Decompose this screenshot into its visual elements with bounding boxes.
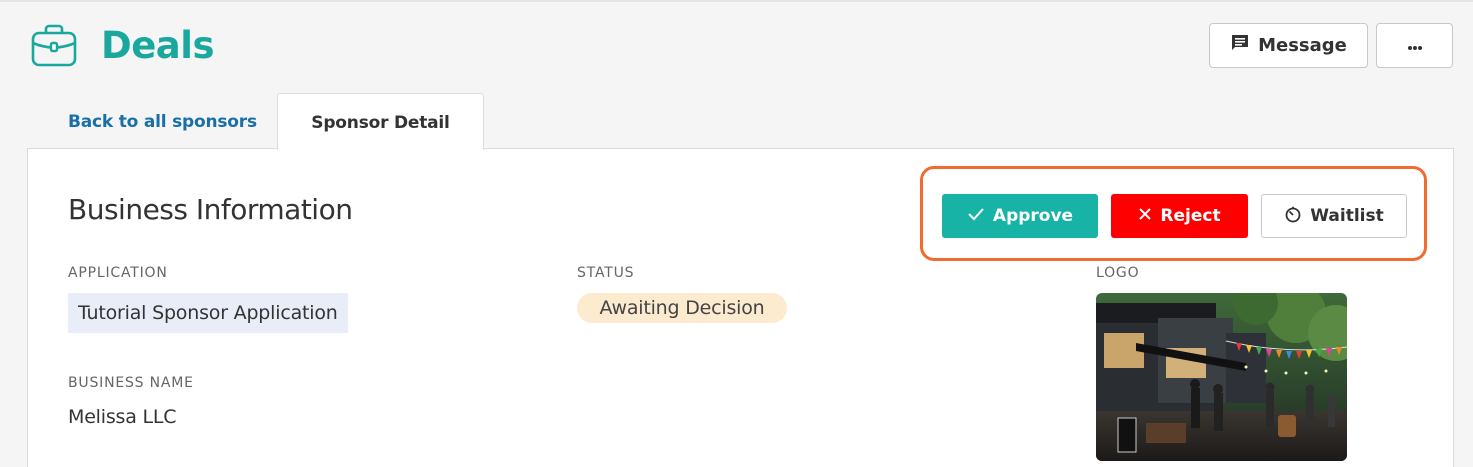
- reject-button[interactable]: Reject: [1111, 194, 1248, 238]
- timer-icon: [1284, 205, 1302, 228]
- waitlist-button-label: Waitlist: [1310, 206, 1384, 226]
- waitlist-button[interactable]: Waitlist: [1261, 194, 1407, 238]
- business-name-label: BUSINESS NAME: [68, 375, 194, 391]
- logo-label: LOGO: [1096, 265, 1140, 281]
- briefcase-icon: [30, 24, 78, 68]
- message-icon: [1230, 33, 1250, 58]
- page-title: Deals: [101, 24, 214, 67]
- status-badge: Awaiting Decision: [577, 293, 787, 323]
- close-icon: [1138, 206, 1152, 226]
- message-button[interactable]: Message: [1209, 23, 1368, 68]
- status-label: STATUS: [577, 265, 635, 281]
- sponsor-logo-image: [1096, 293, 1347, 461]
- tab-sponsor-detail[interactable]: Sponsor Detail: [277, 93, 484, 150]
- status-value: Awaiting Decision: [599, 297, 765, 319]
- approve-button-label: Approve: [992, 206, 1074, 226]
- more-options-button[interactable]: [1376, 23, 1453, 68]
- tab-sponsor-detail-label: Sponsor Detail: [311, 113, 450, 133]
- application-value: Tutorial Sponsor Application: [78, 302, 338, 324]
- application-label: APPLICATION: [68, 265, 168, 281]
- section-title: Business Information: [68, 193, 353, 226]
- tab-back-to-sponsors[interactable]: Back to all sponsors: [68, 110, 257, 134]
- more-horizontal-icon: [1407, 36, 1423, 55]
- application-chip[interactable]: Tutorial Sponsor Application: [68, 293, 348, 333]
- check-icon: [967, 206, 985, 226]
- business-name-value: Melissa LLC: [68, 406, 177, 428]
- top-divider: [0, 0, 1473, 2]
- message-button-label: Message: [1258, 35, 1347, 56]
- approve-button[interactable]: Approve: [942, 194, 1098, 238]
- reject-button-label: Reject: [1160, 206, 1221, 226]
